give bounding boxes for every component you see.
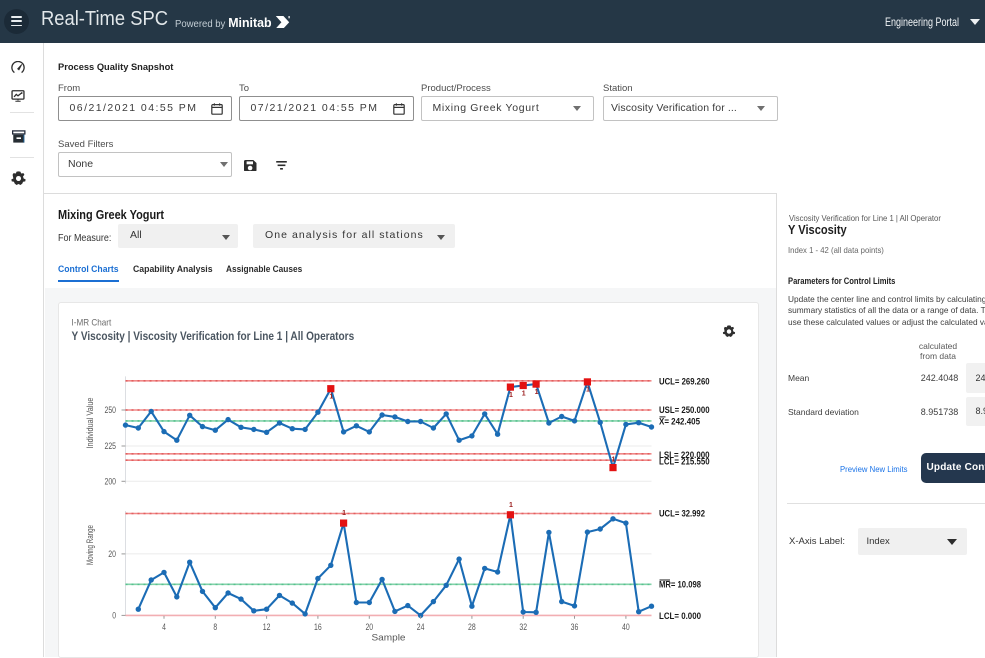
svg-text:1: 1 [342,510,346,517]
svg-text:4: 4 [162,622,166,633]
svg-text:200: 200 [105,477,117,488]
svg-text:12: 12 [263,622,271,633]
svg-text:1: 1 [509,502,513,509]
svg-text:36: 36 [571,622,579,633]
svg-text:20: 20 [365,622,373,633]
svg-text:40: 40 [622,622,630,633]
svg-text:X= 242.405: X= 242.405 [659,417,700,427]
svg-text:225: 225 [105,441,117,452]
svg-text:Y Viscosity | Viscosity Verifi: Y Viscosity | Viscosity Verification for… [72,331,355,343]
svg-text:Sample: Sample [372,633,406,644]
svg-text:32: 32 [519,622,527,633]
svg-text:1: 1 [509,392,513,399]
svg-text:I-MR Chart: I-MR Chart [72,318,112,329]
svg-text:28: 28 [468,622,476,633]
svg-text:USL= 250.000: USL= 250.000 [659,405,710,415]
svg-text:1: 1 [586,387,590,394]
svg-text:20: 20 [108,549,116,560]
svg-text:16: 16 [314,622,322,633]
svg-text:1: 1 [535,389,539,396]
svg-text:Moving Range: Moving Range [85,525,96,565]
svg-text:0: 0 [112,611,116,622]
svg-text:UCL= 269.260: UCL= 269.260 [659,377,710,387]
svg-text:LCL= 215.550: LCL= 215.550 [659,457,710,467]
svg-text:1: 1 [612,456,616,463]
svg-text:Individual Value: Individual Value [85,398,96,449]
svg-text:1: 1 [329,394,333,401]
svg-text:MR= 10.098: MR= 10.098 [659,580,701,590]
svg-text:LCL= 0.000: LCL= 0.000 [659,611,701,621]
svg-text:250: 250 [105,405,117,416]
svg-text:1: 1 [522,390,526,397]
svg-text:UCL= 32.992: UCL= 32.992 [659,508,705,518]
svg-text:24: 24 [417,622,425,633]
svg-text:8: 8 [213,622,217,633]
